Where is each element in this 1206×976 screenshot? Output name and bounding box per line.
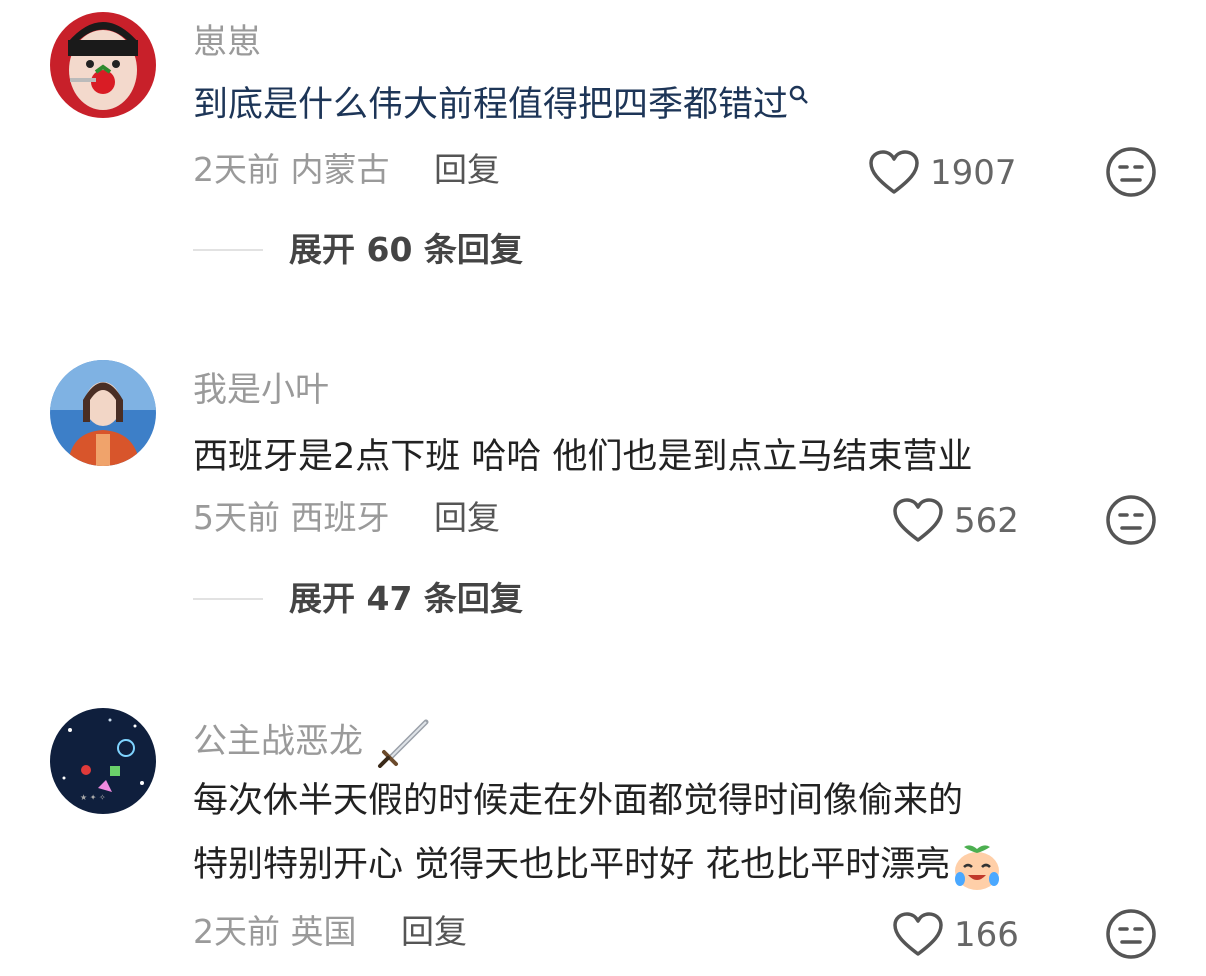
crying-laughing-peach-emoji <box>955 845 1000 890</box>
comment-meta: 5天前 西班牙 回复 <box>193 498 500 538</box>
reply-button[interactable]: 回复 <box>434 498 500 537</box>
comment-location: 英国 <box>290 912 357 951</box>
dislike-button[interactable] <box>1105 146 1157 198</box>
comment-meta: 2天前 英国 回复 <box>193 912 467 952</box>
username[interactable]: 我是小叶 <box>193 370 329 410</box>
meh-face-icon <box>1106 909 1156 959</box>
expand-label: 展开 60 条回复 <box>289 230 523 269</box>
username[interactable]: 崽崽 <box>193 22 261 62</box>
expand-label: 展开 47 条回复 <box>289 579 523 618</box>
divider <box>193 249 263 251</box>
like-count: 1907 <box>930 153 1017 193</box>
meh-face-icon <box>1106 495 1156 545</box>
like-count: 166 <box>954 915 1019 955</box>
like-button[interactable]: 1907 <box>868 150 1017 196</box>
search-icon[interactable] <box>788 84 810 110</box>
heart-outline-icon <box>893 498 943 542</box>
comment-location: 内蒙古 <box>290 150 390 189</box>
comment-time: 5天前 <box>193 498 280 537</box>
comment-text-line-content: 特别特别开心 觉得天也比平时好 花也比平时漂亮 <box>193 845 951 885</box>
comment-text[interactable]: 到底是什么伟大前程值得把四季都错过 <box>193 78 810 132</box>
like-count: 562 <box>954 501 1019 541</box>
avatar[interactable]: ★ ✦ ✧ <box>50 708 156 814</box>
like-button[interactable]: 166 <box>892 912 1019 958</box>
expand-replies-button[interactable]: 展开 47 条回复 <box>193 579 523 619</box>
divider <box>193 598 263 600</box>
svg-text:★ ✦ ✧: ★ ✦ ✧ <box>80 793 106 802</box>
avatar[interactable] <box>50 360 156 466</box>
username[interactable]: 公主战恶龙 <box>193 718 432 768</box>
comment-text-content: 到底是什么伟大前程值得把四季都错过 <box>193 85 789 125</box>
dislike-button[interactable] <box>1105 494 1157 546</box>
like-button[interactable]: 562 <box>892 498 1019 544</box>
dislike-button[interactable] <box>1105 908 1157 960</box>
heart-outline-icon <box>893 912 943 956</box>
sword-icon <box>377 719 429 768</box>
comment-location: 西班牙 <box>290 498 390 537</box>
meh-face-icon <box>1106 147 1156 197</box>
comment-meta: 2天前 内蒙古 回复 <box>193 150 500 190</box>
comment-text[interactable]: 每次休半天假的时候走在外面都觉得时间像偷来的 特别特别开心 觉得天也比平时好 花… <box>193 774 1004 893</box>
heart-outline-icon <box>869 150 919 194</box>
avatar[interactable] <box>50 12 156 118</box>
reply-button[interactable]: 回复 <box>434 150 500 189</box>
comment-time: 2天前 <box>193 150 280 189</box>
reply-button[interactable]: 回复 <box>401 912 467 951</box>
comment-time: 2天前 <box>193 912 280 951</box>
expand-replies-button[interactable]: 展开 60 条回复 <box>193 230 523 270</box>
username-text: 公主战恶龙 <box>193 721 363 762</box>
comment-text-line: 特别特别开心 觉得天也比平时好 花也比平时漂亮 <box>193 838 1004 893</box>
comment-text-line: 每次休半天假的时候走在外面都觉得时间像偷来的 <box>193 781 964 821</box>
comment-text[interactable]: 西班牙是2点下班 哈哈 他们也是到点立马结束营业 <box>193 430 973 484</box>
